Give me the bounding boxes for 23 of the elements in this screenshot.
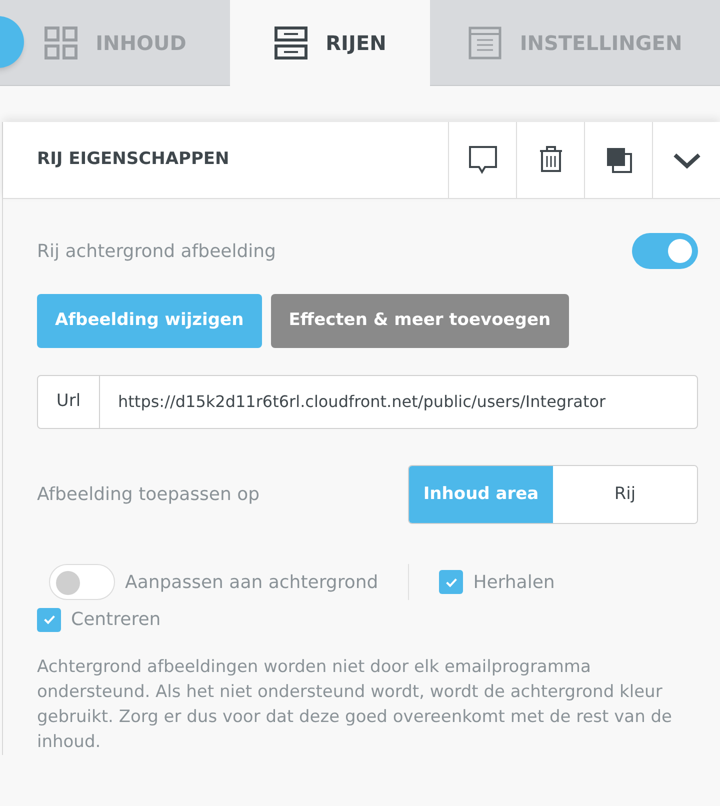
option-label: Centreren [71, 608, 161, 632]
help-text: Achtergrond afbeeldingen worden niet door elk emailprogramma ondersteund. Als het niet ondersteund wordt, wordt de achtergrond kleur gebruikt. Zorg er dus voor dat deze goed overeenkomt met de rest van de inhoud. [37, 656, 674, 754]
setting-label: Afbeelding toepassen op [37, 483, 260, 507]
change-image-button[interactable]: Afbeelding wijzigen [37, 294, 262, 348]
tab[interactable]: INHOUD [0, 0, 230, 86]
url-value: https://d15k2d11r6t6rl.cloudfront.net/public/users/Integrator [117, 391, 606, 413]
toggle-switch[interactable] [49, 564, 115, 600]
effects-button[interactable]: Effecten & meer toevoegen [270, 294, 569, 348]
panel-title: RIJ EIGENSCHAPPEN [36, 148, 230, 172]
tab[interactable]: INSTELLINGEN [430, 0, 720, 86]
option-label: Herhalen [473, 570, 555, 594]
segment-option[interactable]: Inhoud area [409, 466, 553, 523]
comment-icon[interactable] [466, 144, 498, 176]
checkbox[interactable] [439, 570, 464, 594]
option-label: Aanpassen aan achtergrond [125, 570, 378, 594]
url-field[interactable]: Url https://d15k2d11r6t6rl.cloudfront.net/public/users/Integrator [37, 375, 698, 429]
document-icon [468, 26, 502, 60]
field-label: Url [38, 376, 100, 428]
rows-icon [274, 26, 308, 60]
toggle-switch[interactable] [632, 233, 698, 269]
setting-label: Rij achtergrond afbeelding [37, 240, 276, 264]
grid-icon [44, 26, 78, 60]
checkbox[interactable] [37, 608, 61, 632]
